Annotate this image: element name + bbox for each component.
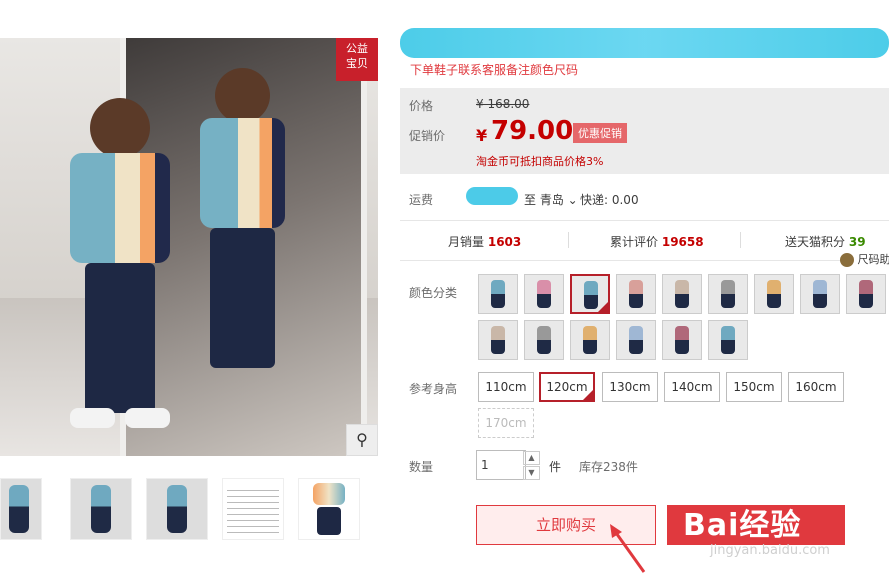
size-option-130[interactable]: 130cm xyxy=(602,372,658,402)
divider xyxy=(400,220,889,221)
color-swatch[interactable] xyxy=(616,274,656,314)
color-swatch[interactable] xyxy=(570,320,610,360)
selected-check-icon xyxy=(583,390,593,400)
promo-tag: 优惠促销 xyxy=(573,123,627,143)
swatch-figure xyxy=(721,326,735,354)
increment-button[interactable]: ▲ xyxy=(523,451,540,465)
promo-price-label: 促销价 xyxy=(409,129,446,143)
swatch-figure xyxy=(629,280,643,308)
swatch-figure xyxy=(813,280,827,308)
express-fee: 快递: 0.00 xyxy=(580,193,639,207)
divider xyxy=(568,232,569,248)
shipping-label: 运费 xyxy=(409,193,434,207)
quantity-label: 数量 xyxy=(409,460,434,474)
size-option-140[interactable]: 140cm xyxy=(664,372,720,402)
color-swatch[interactable] xyxy=(754,274,794,314)
watermark-url: jingyan.baidu.com xyxy=(710,543,830,558)
chevron-down-icon: ⌄ xyxy=(567,193,578,207)
color-swatch[interactable] xyxy=(708,274,748,314)
quantity-input[interactable]: 1 xyxy=(476,450,526,480)
selected-check-icon xyxy=(598,302,608,312)
size-option-170: 170cm xyxy=(478,408,534,438)
size-option-120[interactable]: 120cm xyxy=(539,372,595,402)
color-swatch[interactable] xyxy=(478,320,518,360)
swatch-figure xyxy=(675,280,689,308)
divider xyxy=(740,232,741,248)
decrement-button[interactable]: ▼ xyxy=(523,466,540,480)
color-label: 颜色分类 xyxy=(409,286,458,300)
tmall-points: 送天猫积分 39 xyxy=(785,235,866,249)
size-option-150[interactable]: 150cm xyxy=(726,372,782,402)
swatch-figure xyxy=(767,280,781,308)
shipping-destination[interactable]: 至 青岛 ⌄ xyxy=(524,191,578,208)
swatch-figure xyxy=(537,326,551,354)
watermark-logo: Bai经验 xyxy=(683,508,802,543)
swatch-figure xyxy=(537,280,551,308)
title-redacted xyxy=(400,28,889,58)
size-chart-link[interactable]: 尺码助手 xyxy=(840,251,889,267)
swatch-figure xyxy=(584,281,598,309)
thumbnail-5[interactable] xyxy=(298,478,360,540)
girl-figure xyxy=(70,98,170,428)
color-swatch[interactable] xyxy=(846,274,886,314)
color-swatch[interactable] xyxy=(800,274,840,314)
swatch-figure xyxy=(629,326,643,354)
original-price: ¥ 168.00 xyxy=(476,97,530,111)
monthly-sales: 月销量 1603 xyxy=(448,235,522,249)
size-chart-icon xyxy=(840,253,854,267)
promo-price: 79.00 xyxy=(491,116,574,146)
color-swatch[interactable] xyxy=(662,320,702,360)
origin-redacted xyxy=(466,187,518,205)
color-swatch[interactable] xyxy=(616,320,656,360)
color-swatch[interactable] xyxy=(524,274,564,314)
zoom-icon[interactable]: ⚲ xyxy=(346,424,378,456)
swatch-figure xyxy=(859,280,873,308)
size-option-160[interactable]: 160cm xyxy=(788,372,844,402)
divider xyxy=(400,260,840,261)
currency-symbol: ¥ xyxy=(476,126,488,145)
thumbnail-4[interactable] xyxy=(222,478,284,540)
annotation-arrow-icon xyxy=(610,524,646,573)
product-subtitle: 下单鞋子联系客服备注颜色尺码 xyxy=(410,63,579,77)
coin-note: 淘金币可抵扣商品价格3% xyxy=(476,155,604,168)
swatch-figure xyxy=(491,280,505,308)
stock-count: 库存238件 xyxy=(579,460,638,474)
color-swatch[interactable] xyxy=(662,274,702,314)
color-swatch[interactable] xyxy=(570,274,610,314)
size-option-110[interactable]: 110cm xyxy=(478,372,534,402)
charity-badge: 公益 宝贝 xyxy=(336,38,378,81)
swatch-figure xyxy=(721,280,735,308)
swatch-figure xyxy=(675,326,689,354)
thumbnail-1[interactable] xyxy=(0,478,42,540)
swatch-figure xyxy=(583,326,597,354)
color-swatch[interactable] xyxy=(524,320,564,360)
thumbnail-3[interactable] xyxy=(146,478,208,540)
thumbnail-2[interactable] xyxy=(70,478,132,540)
price-panel xyxy=(400,88,889,174)
color-swatch[interactable] xyxy=(478,274,518,314)
price-label: 价格 xyxy=(409,99,434,113)
quantity-unit: 件 xyxy=(549,460,562,474)
main-product-image[interactable]: 公益 宝贝 ⚲ xyxy=(0,38,378,456)
reflection-figure xyxy=(200,68,285,398)
color-swatch[interactable] xyxy=(708,320,748,360)
swatch-figure xyxy=(491,326,505,354)
height-label: 参考身高 xyxy=(409,382,458,396)
total-reviews[interactable]: 累计评价 19658 xyxy=(610,233,704,250)
